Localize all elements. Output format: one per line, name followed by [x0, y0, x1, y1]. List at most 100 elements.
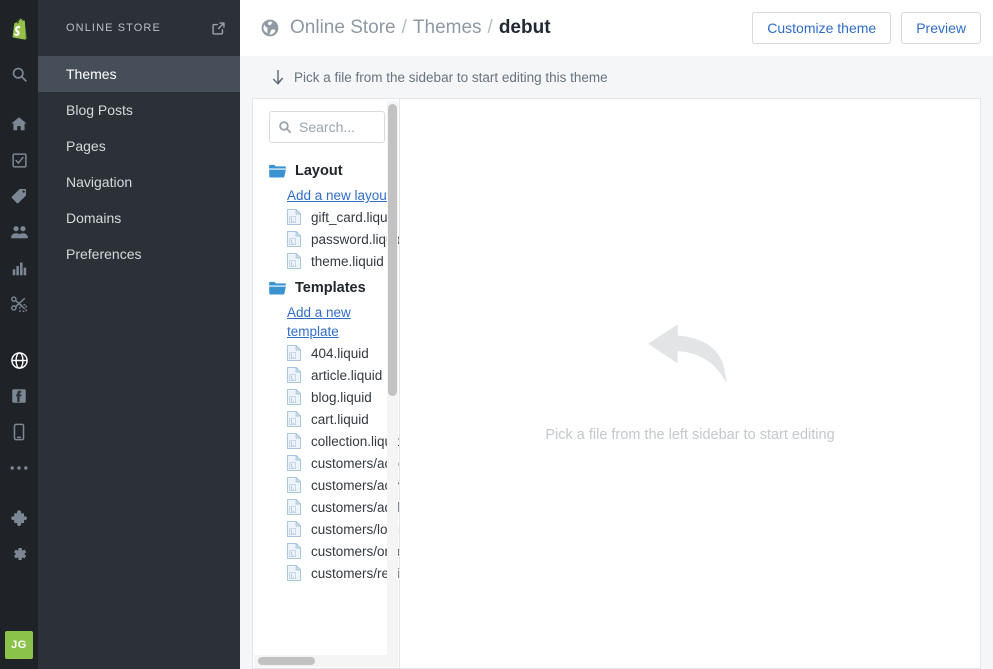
- folder-icon: [269, 281, 286, 295]
- search-icon[interactable]: [0, 56, 38, 92]
- nav-sidebar: ONLINE STORE Themes Blog Posts Pages Nav…: [38, 0, 240, 669]
- hint-bar: Pick a file from the sidebar to start ed…: [240, 56, 993, 98]
- liquid-file-icon: L: [287, 433, 301, 449]
- home-icon[interactable]: [0, 106, 38, 142]
- breadcrumb-separator: /: [488, 17, 493, 39]
- arrow-down-icon: [272, 70, 284, 85]
- liquid-file-icon: L: [287, 389, 301, 405]
- svg-text:L: L: [291, 463, 294, 469]
- preview-button[interactable]: Preview: [901, 12, 981, 44]
- add-new-layout-wrap: Add a new layout: [253, 185, 399, 206]
- orders-icon[interactable]: [0, 142, 38, 178]
- file-item[interactable]: L article.liquid: [253, 364, 399, 386]
- liquid-file-icon: L: [287, 253, 301, 269]
- more-ellipsis-icon[interactable]: [0, 450, 38, 486]
- file-item[interactable]: L customers/activate_account.liquid: [253, 474, 399, 496]
- sidebar-item-domains[interactable]: Domains: [38, 200, 240, 236]
- file-panel-vertical-scrollbar[interactable]: [387, 101, 398, 655]
- file-name: cart.liquid: [311, 412, 369, 427]
- online-store-globe-icon[interactable]: [0, 342, 38, 378]
- page-title: debut: [499, 17, 551, 39]
- file-item[interactable]: L customers/order.liquid: [253, 540, 399, 562]
- sidebar-item-preferences[interactable]: Preferences: [38, 236, 240, 272]
- file-item[interactable]: L blog.liquid: [253, 386, 399, 408]
- svg-text:L: L: [291, 375, 294, 381]
- hint-text: Pick a file from the sidebar to start ed…: [294, 70, 608, 85]
- file-item[interactable]: L password.liquid: [253, 228, 399, 250]
- nav-sidebar-header: ONLINE STORE: [38, 0, 240, 56]
- file-name: collection.liquid: [311, 434, 399, 449]
- shopify-logo[interactable]: [0, 0, 38, 56]
- file-item[interactable]: L collection.liquid: [253, 430, 399, 452]
- mobile-icon[interactable]: [0, 414, 38, 450]
- file-tree-panel: Layout Add a new layout L: [252, 98, 399, 669]
- file-name: customers/activate_account.liquid: [311, 478, 399, 493]
- svg-text:L: L: [291, 353, 294, 359]
- svg-text:L: L: [291, 217, 294, 223]
- liquid-file-icon: L: [287, 543, 301, 559]
- breadcrumb-online-store[interactable]: Online Store: [290, 17, 396, 39]
- analytics-icon[interactable]: [0, 250, 38, 286]
- scrollbar-thumb[interactable]: [388, 104, 397, 396]
- folder-icon: [269, 164, 286, 178]
- sidebar-item-blog-posts[interactable]: Blog Posts: [38, 92, 240, 128]
- facebook-icon[interactable]: [0, 378, 38, 414]
- file-item[interactable]: L customers/account.liquid: [253, 452, 399, 474]
- customize-theme-button[interactable]: Customize theme: [752, 12, 891, 44]
- search-input[interactable]: [299, 119, 378, 135]
- sidebar-item-themes[interactable]: Themes: [38, 56, 240, 92]
- file-item[interactable]: L customers/addresses.liquid: [253, 496, 399, 518]
- file-name: customers/order.liquid: [311, 544, 399, 559]
- avatar[interactable]: JG: [5, 631, 33, 659]
- apps-puzzle-icon[interactable]: [0, 500, 38, 536]
- main-content: Online Store / Themes / debut Customize …: [240, 0, 993, 669]
- folder-label: Layout: [295, 163, 343, 179]
- customers-icon[interactable]: [0, 214, 38, 250]
- file-item[interactable]: L cart.liquid: [253, 408, 399, 430]
- breadcrumb-separator: /: [402, 17, 407, 39]
- file-search-wrap: [269, 111, 385, 143]
- file-item[interactable]: L gift_card.liquid: [253, 206, 399, 228]
- file-name: customers/addresses.liquid: [311, 500, 399, 515]
- liquid-file-icon: L: [287, 231, 301, 247]
- file-panel-horizontal-scrollbar[interactable]: [254, 655, 398, 667]
- file-item[interactable]: L 404.liquid: [253, 342, 399, 364]
- globe-icon: [260, 18, 280, 38]
- nav-sidebar-title: ONLINE STORE: [66, 22, 161, 34]
- svg-text:L: L: [291, 441, 294, 447]
- file-item[interactable]: L customers/register.liquid: [253, 562, 399, 584]
- scrollbar-thumb[interactable]: [258, 657, 315, 665]
- sidebar-item-navigation[interactable]: Navigation: [38, 164, 240, 200]
- liquid-file-icon: L: [287, 209, 301, 225]
- file-name: password.liquid: [311, 232, 399, 247]
- add-new-layout-link[interactable]: Add a new layout: [287, 186, 391, 205]
- external-link-icon[interactable]: [211, 21, 226, 36]
- folder-templates[interactable]: Templates: [253, 274, 399, 302]
- folder-layout[interactable]: Layout: [253, 157, 399, 185]
- liquid-file-icon: L: [287, 565, 301, 581]
- svg-text:L: L: [291, 529, 294, 535]
- liquid-file-icon: L: [287, 345, 301, 361]
- settings-gear-icon[interactable]: [0, 536, 38, 572]
- svg-text:L: L: [291, 261, 294, 267]
- liquid-file-icon: L: [287, 411, 301, 427]
- search-icon: [278, 120, 292, 134]
- liquid-file-icon: L: [287, 521, 301, 537]
- liquid-file-icon: L: [287, 499, 301, 515]
- search-box[interactable]: [269, 111, 385, 143]
- discounts-scissors-icon[interactable]: [0, 286, 38, 322]
- svg-text:L: L: [291, 239, 294, 245]
- add-new-template-link[interactable]: Add a new template: [287, 303, 399, 341]
- breadcrumb-themes[interactable]: Themes: [413, 17, 482, 39]
- file-name: customers/account.liquid: [311, 456, 399, 471]
- products-tag-icon[interactable]: [0, 178, 38, 214]
- topbar: Online Store / Themes / debut Customize …: [240, 0, 993, 56]
- file-item[interactable]: L customers/login.liquid: [253, 518, 399, 540]
- file-name: 404.liquid: [311, 346, 369, 361]
- sidebar-item-pages[interactable]: Pages: [38, 128, 240, 164]
- svg-text:L: L: [291, 419, 294, 425]
- svg-text:L: L: [291, 485, 294, 491]
- file-item[interactable]: L theme.liquid: [253, 250, 399, 272]
- empty-state-text: Pick a file from the left sidebar to sta…: [545, 427, 834, 443]
- liquid-file-icon: L: [287, 455, 301, 471]
